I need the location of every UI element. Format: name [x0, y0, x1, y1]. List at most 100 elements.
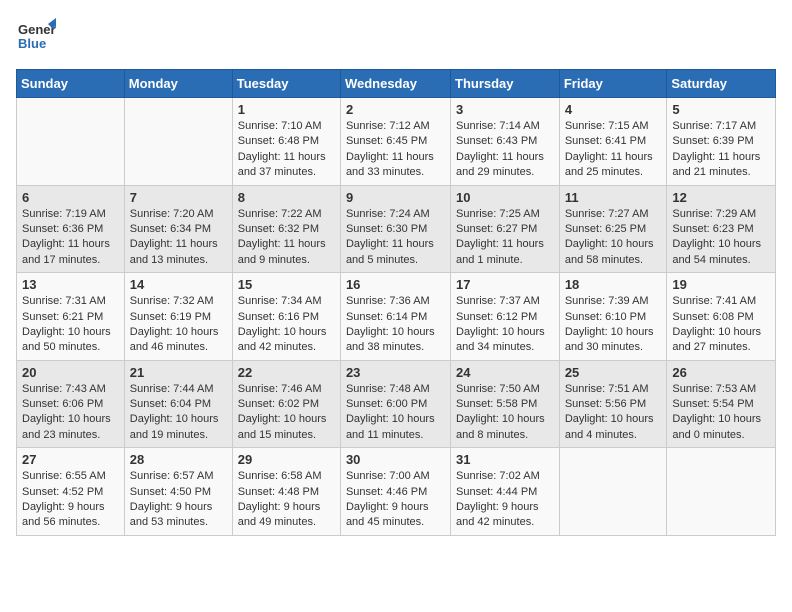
calendar-week-3: 13 Sunrise: 7:31 AMSunset: 6:21 PMDayligh…	[17, 273, 776, 361]
day-info: Sunrise: 7:34 AMSunset: 6:16 PMDaylight:…	[238, 294, 335, 356]
day-number: 11	[565, 190, 662, 205]
header-tuesday: Tuesday	[232, 70, 340, 98]
calendar-cell: 22Sunrise: 7:46 AMSunset: 6:02 PMDayligh…	[232, 360, 340, 448]
day-number: 21	[130, 365, 227, 380]
day-info: Sunrise: 6:57 AMSunset: 4:50 PMDaylight:…	[130, 469, 227, 531]
day-info: Sunrise: 7:39 AMSunset: 6:10 PMDaylight:…	[565, 294, 662, 356]
calendar-cell: 23 Sunrise: 7:48 AMSunset: 6:00 PMDayligh…	[340, 360, 450, 448]
day-number: 28	[130, 452, 227, 467]
day-number: 8	[238, 190, 335, 205]
calendar-cell: 12 Sunrise: 7:29 AMSunset: 6:23 PMDayligh…	[667, 185, 776, 273]
calendar-cell: 15 Sunrise: 7:34 AMSunset: 6:16 PMDayligh…	[232, 273, 340, 361]
day-info: Sunrise: 7:12 AMSunset: 6:45 PMDaylight:…	[346, 119, 445, 181]
calendar-header-row: SundayMondayTuesdayWednesdayThursdayFrid…	[17, 70, 776, 98]
calendar-cell: 19 Sunrise: 7:41 AMSunset: 6:08 PMDayligh…	[667, 273, 776, 361]
day-number: 23	[346, 365, 445, 380]
day-info: Sunrise: 6:58 AMSunset: 4:48 PMDaylight:…	[238, 469, 335, 531]
day-info: Sunrise: 7:20 AMSunset: 6:34 PMDaylight:…	[130, 207, 227, 269]
calendar-cell: 26 Sunrise: 7:53 AMSunset: 5:54 PMDayligh…	[667, 360, 776, 448]
calendar-cell: 30 Sunrise: 7:00 AMSunset: 4:46 PMDayligh…	[340, 448, 450, 536]
svg-text:Blue: Blue	[18, 36, 46, 51]
day-info: Sunrise: 7:27 AMSunset: 6:25 PMDaylight:…	[565, 207, 662, 269]
calendar-cell	[124, 98, 232, 186]
day-info: Sunrise: 7:37 AMSunset: 6:12 PMDaylight:…	[456, 294, 554, 356]
day-number: 16	[346, 277, 445, 292]
day-info: Sunrise: 7:41 AMSunset: 6:08 PMDaylight:…	[672, 294, 770, 356]
calendar-week-5: 27Sunrise: 6:55 AMSunset: 4:52 PMDayligh…	[17, 448, 776, 536]
calendar-cell: 13 Sunrise: 7:31 AMSunset: 6:21 PMDayligh…	[17, 273, 125, 361]
calendar-cell	[17, 98, 125, 186]
calendar-cell: 29 Sunrise: 6:58 AMSunset: 4:48 PMDayligh…	[232, 448, 340, 536]
day-number: 26	[672, 365, 770, 380]
calendar-cell	[667, 448, 776, 536]
day-info: Sunrise: 7:43 AMSunset: 6:06 PMDaylight:…	[22, 382, 119, 444]
logo: General Blue	[16, 16, 56, 61]
day-info: Sunrise: 7:10 AMSunset: 6:48 PMDaylight:…	[238, 119, 335, 181]
day-info: Sunrise: 7:29 AMSunset: 6:23 PMDaylight:…	[672, 207, 770, 269]
day-info: Sunrise: 7:19 AMSunset: 6:36 PMDaylight:…	[22, 207, 119, 269]
header-wednesday: Wednesday	[340, 70, 450, 98]
day-info: Sunrise: 7:24 AMSunset: 6:30 PMDaylight:…	[346, 207, 445, 269]
day-number: 6	[22, 190, 119, 205]
day-number: 7	[130, 190, 227, 205]
day-info: Sunrise: 7:48 AMSunset: 6:00 PMDaylight:…	[346, 382, 445, 444]
day-info: Sunrise: 7:46 AMSunset: 6:02 PMDaylight:…	[238, 382, 335, 444]
day-info: Sunrise: 7:14 AMSunset: 6:43 PMDaylight:…	[456, 119, 554, 181]
day-number: 27	[22, 452, 119, 467]
day-number: 9	[346, 190, 445, 205]
day-number: 31	[456, 452, 554, 467]
day-number: 25	[565, 365, 662, 380]
calendar-cell: 9 Sunrise: 7:24 AMSunset: 6:30 PMDaylight…	[340, 185, 450, 273]
calendar-cell: 7 Sunrise: 7:20 AMSunset: 6:34 PMDaylight…	[124, 185, 232, 273]
day-number: 1	[238, 102, 335, 117]
day-number: 5	[672, 102, 770, 117]
day-number: 12	[672, 190, 770, 205]
calendar-week-4: 20 Sunrise: 7:43 AMSunset: 6:06 PMDayligh…	[17, 360, 776, 448]
day-info: Sunrise: 7:17 AMSunset: 6:39 PMDaylight:…	[672, 119, 770, 181]
day-info: Sunrise: 7:00 AMSunset: 4:46 PMDaylight:…	[346, 469, 445, 531]
calendar-cell: 3 Sunrise: 7:14 AMSunset: 6:43 PMDaylight…	[451, 98, 560, 186]
day-info: Sunrise: 7:22 AMSunset: 6:32 PMDaylight:…	[238, 207, 335, 269]
day-number: 13	[22, 277, 119, 292]
day-number: 30	[346, 452, 445, 467]
day-number: 14	[130, 277, 227, 292]
calendar-cell: 31 Sunrise: 7:02 AMSunset: 4:44 PMDayligh…	[451, 448, 560, 536]
calendar-cell: 21 Sunrise: 7:44 AMSunset: 6:04 PMDayligh…	[124, 360, 232, 448]
calendar-cell: 25Sunrise: 7:51 AMSunset: 5:56 PMDayligh…	[559, 360, 667, 448]
day-number: 15	[238, 277, 335, 292]
calendar-cell: 4Sunrise: 7:15 AMSunset: 6:41 PMDaylight…	[559, 98, 667, 186]
header-saturday: Saturday	[667, 70, 776, 98]
calendar-cell	[559, 448, 667, 536]
day-number: 17	[456, 277, 554, 292]
day-info: Sunrise: 7:02 AMSunset: 4:44 PMDaylight:…	[456, 469, 554, 531]
day-info: Sunrise: 7:31 AMSunset: 6:21 PMDaylight:…	[22, 294, 119, 356]
calendar-cell: 5 Sunrise: 7:17 AMSunset: 6:39 PMDaylight…	[667, 98, 776, 186]
calendar-table: SundayMondayTuesdayWednesdayThursdayFrid…	[16, 69, 776, 536]
calendar-cell: 14 Sunrise: 7:32 AMSunset: 6:19 PMDayligh…	[124, 273, 232, 361]
day-info: Sunrise: 7:25 AMSunset: 6:27 PMDaylight:…	[456, 207, 554, 269]
day-info: Sunrise: 7:53 AMSunset: 5:54 PMDaylight:…	[672, 382, 770, 444]
calendar-cell: 24Sunrise: 7:50 AMSunset: 5:58 PMDayligh…	[451, 360, 560, 448]
day-info: Sunrise: 7:36 AMSunset: 6:14 PMDaylight:…	[346, 294, 445, 356]
day-number: 29	[238, 452, 335, 467]
day-number: 20	[22, 365, 119, 380]
day-info: Sunrise: 7:44 AMSunset: 6:04 PMDaylight:…	[130, 382, 227, 444]
calendar-cell: 11 Sunrise: 7:27 AMSunset: 6:25 PMDayligh…	[559, 185, 667, 273]
calendar-week-1: 1 Sunrise: 7:10 AMSunset: 6:48 PMDaylight…	[17, 98, 776, 186]
calendar-cell: 18Sunrise: 7:39 AMSunset: 6:10 PMDayligh…	[559, 273, 667, 361]
calendar-cell: 17 Sunrise: 7:37 AMSunset: 6:12 PMDayligh…	[451, 273, 560, 361]
header-monday: Monday	[124, 70, 232, 98]
calendar-cell: 6 Sunrise: 7:19 AMSunset: 6:36 PMDaylight…	[17, 185, 125, 273]
calendar-week-2: 6 Sunrise: 7:19 AMSunset: 6:36 PMDaylight…	[17, 185, 776, 273]
calendar-cell: 2Sunrise: 7:12 AMSunset: 6:45 PMDaylight…	[340, 98, 450, 186]
header-friday: Friday	[559, 70, 667, 98]
day-info: Sunrise: 7:32 AMSunset: 6:19 PMDaylight:…	[130, 294, 227, 356]
day-info: Sunrise: 7:50 AMSunset: 5:58 PMDaylight:…	[456, 382, 554, 444]
header: General Blue	[16, 16, 776, 61]
day-number: 4	[565, 102, 662, 117]
header-thursday: Thursday	[451, 70, 560, 98]
day-number: 19	[672, 277, 770, 292]
calendar-cell: 20 Sunrise: 7:43 AMSunset: 6:06 PMDayligh…	[17, 360, 125, 448]
day-number: 3	[456, 102, 554, 117]
day-number: 10	[456, 190, 554, 205]
